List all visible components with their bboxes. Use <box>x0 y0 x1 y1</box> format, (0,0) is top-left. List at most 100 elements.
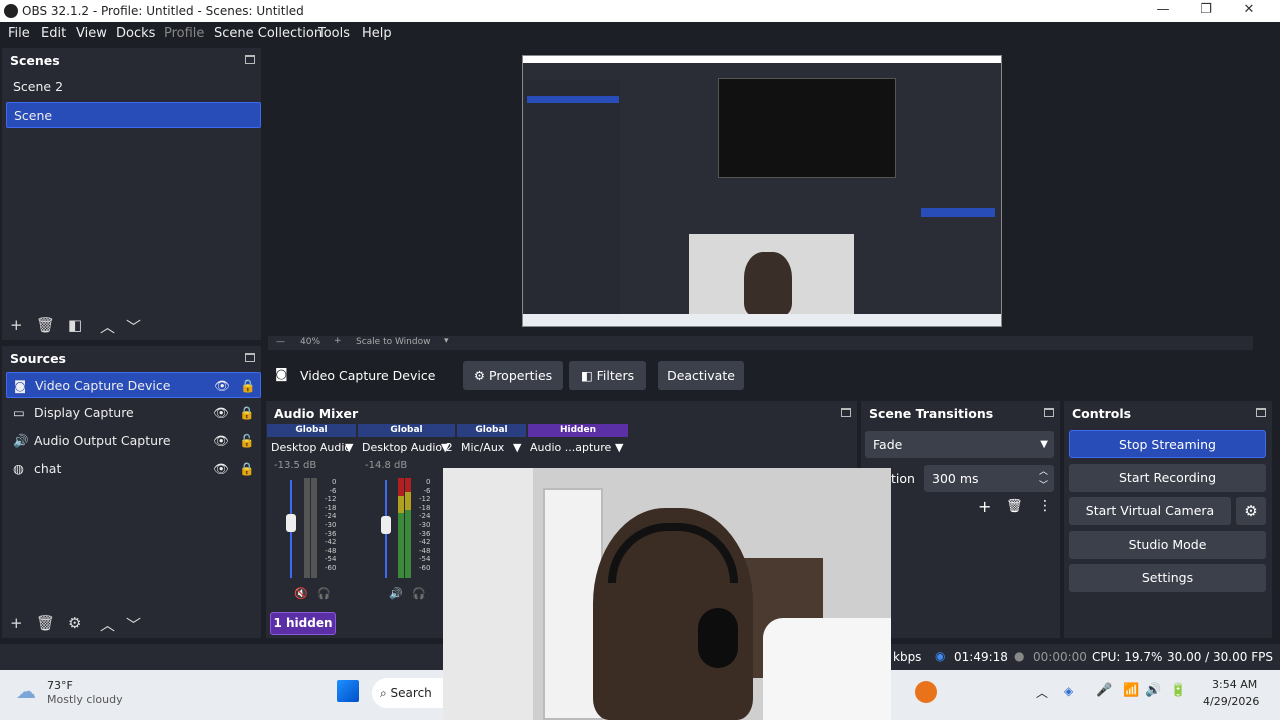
undock-icon[interactable] <box>245 353 255 362</box>
filters-icon[interactable]: ◧ <box>68 316 82 334</box>
channel-name[interactable]: Audio ...apture <box>530 441 611 454</box>
volume-fader-handle[interactable] <box>381 516 391 534</box>
zoom-out-icon[interactable]: — <box>276 337 285 347</box>
trash-icon[interactable]: 🗑 <box>36 316 55 334</box>
undock-icon[interactable] <box>841 408 851 417</box>
stop-streaming-button[interactable]: Stop Streaming <box>1069 430 1266 458</box>
scale-tick: -54 <box>419 555 431 564</box>
source-item[interactable]: ◍ chat 👁 🔒 <box>6 456 261 482</box>
scale-tick: 0 <box>331 478 337 486</box>
windows-start-icon[interactable] <box>337 680 359 702</box>
minimize-icon[interactable]: — <box>1141 0 1185 22</box>
security-icon[interactable]: ◈ <box>1064 684 1073 698</box>
scale-tick: -36 <box>419 529 431 538</box>
trash-icon[interactable]: 🗑 <box>36 614 55 632</box>
audio-meter <box>405 478 411 578</box>
menu-file[interactable]: File <box>8 26 30 41</box>
source-item[interactable]: 🔊 Audio Output Capture 👁 🔓 <box>6 428 261 454</box>
volume-fader-handle[interactable] <box>286 514 296 532</box>
unlock-icon[interactable]: 🔓 <box>239 428 255 454</box>
duration-label: tion <box>891 471 915 486</box>
menu-view[interactable]: View <box>76 26 107 41</box>
title-bar: OBS 32.1.2 - Profile: Untitled - Scenes:… <box>0 0 1280 22</box>
preview-canvas[interactable] <box>522 55 1002 327</box>
duration-spinbox[interactable]: 300 ms ︿ ﹀ <box>924 465 1054 492</box>
eye-icon[interactable]: 👁 <box>214 373 230 399</box>
filters-button[interactable]: ◧ Filters <box>569 361 646 390</box>
add-icon[interactable]: + <box>10 614 23 632</box>
eye-icon[interactable]: 👁 <box>213 456 229 482</box>
menu-docks[interactable]: Docks <box>116 26 155 41</box>
speaker-icon[interactable]: 🔊 <box>389 587 403 600</box>
undock-icon[interactable] <box>1256 408 1266 417</box>
add-icon[interactable]: + <box>10 316 23 334</box>
gear-icon[interactable]: ⚙ <box>68 614 81 632</box>
fl-studio-icon[interactable] <box>915 681 937 703</box>
chevron-down-icon[interactable]: ▾ <box>444 336 449 346</box>
scene-item[interactable]: Scene 2 <box>6 74 261 100</box>
taskbar-search[interactable]: ⌕ Search <box>372 678 452 708</box>
start-recording-button[interactable]: Start Recording <box>1069 464 1266 492</box>
move-down-icon[interactable]: ﹀ <box>126 316 141 337</box>
menu-tools[interactable]: Tools <box>318 26 350 41</box>
trash-icon[interactable]: 🗑 <box>1006 499 1023 514</box>
scale-tick: -42 <box>325 538 337 547</box>
lock-icon[interactable]: 🔒 <box>240 373 256 399</box>
menu-edit[interactable]: Edit <box>41 26 66 41</box>
deactivate-button[interactable]: Deactivate <box>658 361 744 390</box>
undock-icon[interactable] <box>1044 408 1054 417</box>
channel-name[interactable]: Mic/Aux <box>461 441 504 454</box>
weather-description[interactable]: Mostly cloudy <box>47 693 123 706</box>
menu-profile[interactable]: Profile <box>164 26 204 41</box>
lock-icon[interactable]: 🔒 <box>239 456 255 482</box>
move-down-icon[interactable]: ﹀ <box>126 614 141 635</box>
add-icon[interactable]: + <box>978 497 991 516</box>
headphones-icon[interactable]: 🎧 <box>412 587 426 600</box>
menu-scene-collection[interactable]: Scene Collection <box>214 26 322 41</box>
battery-icon[interactable]: 🔋 <box>1170 683 1186 698</box>
source-item-selected[interactable]: ◙ Video Capture Device 👁 🔒 <box>6 372 261 398</box>
move-up-icon[interactable]: ︿ <box>100 316 115 337</box>
settings-button[interactable]: Settings <box>1069 564 1266 592</box>
chevron-up-icon[interactable]: ︿ <box>1036 684 1048 701</box>
volume-icon[interactable]: 🔊 <box>1145 683 1161 698</box>
chevron-down-icon[interactable]: ▼ <box>513 441 521 454</box>
clock-date[interactable]: 4/29/2026 <box>1203 695 1259 708</box>
filters-icon: ◧ <box>580 368 597 383</box>
menu-bar: File Edit View Docks Profile Scene Colle… <box>0 22 1280 46</box>
transition-select[interactable]: Fade ▼ <box>865 431 1054 458</box>
channel-name[interactable]: Desktop Audio 2 <box>362 441 453 454</box>
properties-button[interactable]: ⚙ Properties <box>463 361 563 390</box>
start-virtual-camera-button[interactable]: Start Virtual Camera <box>1069 497 1231 525</box>
muted-speaker-icon[interactable]: 🔇 <box>294 587 308 600</box>
scale-mode[interactable]: Scale to Window <box>356 337 430 347</box>
microphone-icon[interactable]: 🎤 <box>1096 683 1112 698</box>
move-up-icon[interactable]: ︿ <box>100 614 115 635</box>
chevron-down-icon[interactable]: ﹀ <box>1039 473 1048 500</box>
chevron-down-icon[interactable]: ▼ <box>615 441 623 454</box>
weather-temp[interactable]: 73°F <box>47 679 73 692</box>
scene-item-selected[interactable]: Scene <box>6 102 261 128</box>
wifi-icon[interactable]: 📶 <box>1123 683 1139 698</box>
close-icon[interactable]: ✕ <box>1227 0 1271 22</box>
maximize-icon[interactable]: ❐ <box>1184 0 1228 22</box>
channel-name[interactable]: Desktop Audio <box>271 441 351 454</box>
chevron-down-icon[interactable]: ▼ <box>345 441 353 454</box>
undock-icon[interactable] <box>245 55 255 64</box>
studio-mode-button[interactable]: Studio Mode <box>1069 531 1266 559</box>
clock-time[interactable]: 3:54 AM <box>1212 678 1257 691</box>
headphones-icon[interactable]: 🎧 <box>317 587 331 600</box>
hidden-channels-badge[interactable]: 1 hidden <box>270 612 336 635</box>
eye-icon[interactable]: 👁 <box>213 428 229 454</box>
audio-mixer-title: Audio Mixer <box>274 406 359 421</box>
gear-icon[interactable]: ⚙ <box>1236 497 1266 525</box>
channel-scope-label: Global <box>267 424 356 437</box>
zoom-in-icon[interactable]: + <box>334 336 342 346</box>
record-icon: ● <box>1014 649 1025 663</box>
menu-help[interactable]: Help <box>362 26 392 41</box>
chevron-down-icon[interactable]: ▼ <box>441 441 449 454</box>
source-item[interactable]: ▭ Display Capture 👁 🔒 <box>6 400 261 426</box>
lock-icon[interactable]: 🔒 <box>239 400 255 426</box>
more-options-icon[interactable]: ⋮ <box>1038 498 1052 514</box>
eye-icon[interactable]: 👁 <box>213 400 229 426</box>
